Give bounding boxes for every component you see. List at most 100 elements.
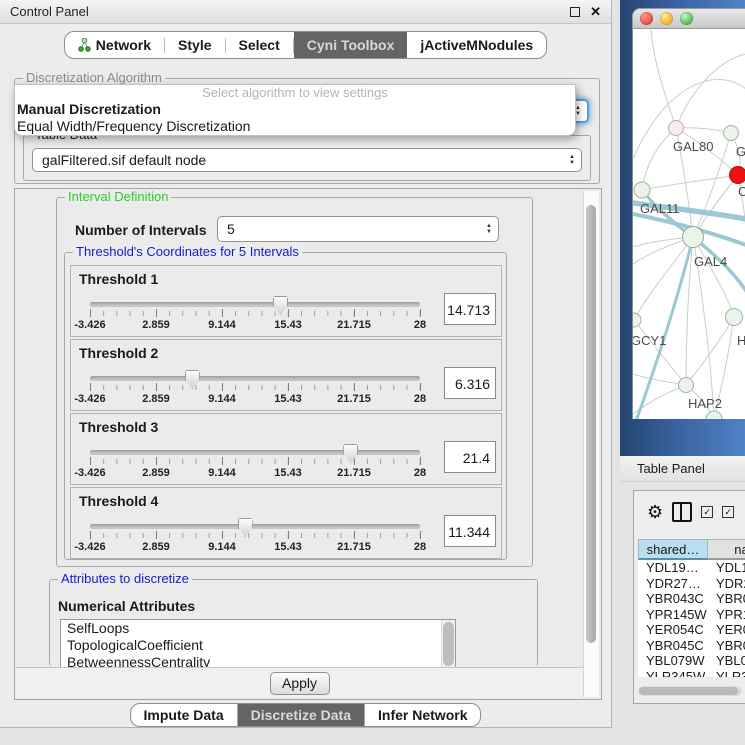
gear-icon[interactable]: ⚙: [647, 503, 663, 521]
table-panel-body: ⚙ ✓ ✓ shared… na YDL19…YDL1YDR27…YDR2YBR…: [633, 490, 745, 704]
slider-major-tick: [90, 309, 91, 317]
num-intervals-combobox[interactable]: 5 ▲▼: [217, 216, 499, 242]
checkbox-icon[interactable]: ✓: [722, 506, 734, 518]
table-row[interactable]: YBR043CYBR0: [638, 591, 745, 607]
slider-track[interactable]: [90, 376, 420, 381]
table-header-row: shared… na: [638, 539, 745, 560]
column-header-shared-name[interactable]: shared…: [638, 539, 708, 560]
network-node-c[interactable]: [730, 167, 745, 184]
slider-major-tick: [288, 531, 289, 539]
threshold-slider[interactable]: -3.4262.8599.14415.4321.71528: [90, 414, 420, 484]
table-toolbar: ⚙ ✓ ✓: [634, 491, 745, 533]
bottom-tab-infer-network[interactable]: Infer Network: [364, 704, 480, 726]
bottom-tab-discretize-data[interactable]: Discretize Data: [237, 704, 364, 726]
bottom-tab-impute-data[interactable]: Impute Data: [131, 704, 237, 726]
threshold-value-box[interactable]: 14.713: [444, 293, 496, 325]
scrollbar-thumb[interactable]: [443, 622, 454, 666]
slider-major-tick: [90, 531, 91, 539]
bottom-tab-bar: Impute DataDiscretize DataInfer Network: [0, 703, 611, 727]
checkbox-icon[interactable]: ✓: [701, 506, 713, 518]
tab-jactivemnodules[interactable]: jActiveMNodules: [407, 32, 546, 58]
slider-tick-label: 15.43: [274, 393, 302, 405]
combo-stepper-icon[interactable]: ▲▼: [480, 224, 498, 235]
scrollbar-thumb[interactable]: [586, 205, 596, 643]
attributes-list-scrollbar[interactable]: [441, 620, 455, 668]
dropdown-option[interactable]: Equal Width/Frequency Discretization: [15, 118, 575, 135]
apply-button[interactable]: Apply: [270, 672, 330, 695]
dropdown-option[interactable]: Manual Discretization: [15, 101, 575, 118]
thresholds-group: Threshold's Coordinates for 5 Intervals …: [64, 252, 507, 560]
network-node-h[interactable]: [726, 309, 743, 326]
table-data-combobox[interactable]: galFiltered.sif default node ▲▼: [32, 148, 582, 172]
minimize-traffic-light-icon[interactable]: [660, 12, 673, 25]
control-panel-window: Control Panel ✕ NetworkStyleSelectCyni T…: [0, 0, 612, 728]
column-header-name[interactable]: na: [708, 539, 745, 560]
node-label: C: [738, 184, 745, 199]
slider-major-tick: [354, 531, 355, 539]
table-row[interactable]: YDL19…YDL1: [638, 560, 745, 576]
table-row[interactable]: YBL079WYBL0: [638, 653, 745, 669]
threshold-slider[interactable]: -3.4262.8599.14415.4321.71528: [90, 488, 420, 558]
node-attribute-table[interactable]: shared… na YDL19…YDL1YDR27…YDR2YBR043CYB…: [638, 539, 745, 677]
network-node-gal11[interactable]: [634, 182, 650, 198]
slider-tick-label: 21.715: [337, 319, 371, 331]
attribute-item[interactable]: TopologicalCoefficient: [61, 637, 455, 654]
attributes-list[interactable]: SelfLoopsTopologicalCoefficientBetweenne…: [60, 619, 456, 669]
table-row[interactable]: YDR27…YDR2: [638, 576, 745, 592]
combo-stepper-icon[interactable]: ▲▼: [563, 155, 581, 166]
threshold-slider[interactable]: -3.4262.8599.14415.4321.71528: [90, 266, 420, 336]
settings-vertical-scrollbar[interactable]: [583, 191, 599, 697]
network-node-g[interactable]: [724, 126, 739, 141]
threshold-value-box[interactable]: 11.344: [444, 515, 496, 547]
window-title: Control Panel: [10, 4, 89, 19]
network-node-gal80[interactable]: [669, 121, 684, 136]
slider-tick-label: 2.859: [142, 541, 170, 553]
node-label: GAL11: [640, 201, 680, 216]
slider-track[interactable]: [90, 524, 420, 529]
threshold-value-box[interactable]: 21.4: [444, 441, 496, 473]
slider-tick-label: -3.426: [74, 319, 105, 331]
tab-network[interactable]: Network: [65, 32, 164, 58]
tab-cyni-toolbox[interactable]: Cyni Toolbox: [294, 32, 408, 58]
slider-major-tick: [156, 531, 157, 539]
close-icon[interactable]: ✕: [590, 7, 601, 17]
table-row[interactable]: YER054CYER0: [638, 622, 745, 638]
algorithm-dropdown-popup: Select algorithm to view settings Manual…: [14, 84, 576, 136]
table-horizontal-scrollbar[interactable]: [638, 686, 742, 696]
threshold-value-box[interactable]: 6.316: [444, 367, 496, 399]
tab-select[interactable]: Select: [226, 32, 293, 58]
slider-major-tick: [420, 309, 421, 317]
split-columns-icon[interactable]: [672, 502, 692, 522]
slider-major-tick: [222, 309, 223, 317]
close-traffic-light-icon[interactable]: [640, 12, 653, 25]
table-row[interactable]: YPR145WYPR1: [638, 607, 745, 623]
slider-major-tick: [222, 457, 223, 465]
table-row[interactable]: YLR345WYLR3: [638, 669, 745, 678]
slider-tick-label: 28: [414, 541, 426, 553]
network-node-hap2[interactable]: [679, 378, 694, 393]
threshold-row-1: Threshold 1-3.4262.8599.14415.4321.71528…: [70, 265, 502, 337]
slider-track[interactable]: [90, 450, 420, 455]
slider-tick-label: 21.715: [337, 467, 371, 479]
slider-track[interactable]: [90, 302, 420, 307]
network-node-gal4[interactable]: [683, 227, 704, 248]
attribute-item[interactable]: SelfLoops: [61, 620, 455, 637]
float-window-icon[interactable]: [570, 7, 580, 17]
threshold-slider[interactable]: -3.4262.8599.14415.4321.71528: [90, 340, 420, 410]
cell-name: YBL0: [708, 653, 745, 669]
cell-shared-name: YBR045C: [638, 638, 708, 654]
slider-tick-label: 9.144: [208, 319, 236, 331]
table-row[interactable]: YBR045CYBR0: [638, 638, 745, 654]
network-node-gcy1[interactable]: [633, 313, 641, 327]
slider-tick-label: 9.144: [208, 541, 236, 553]
network-view-canvas[interactable]: GAL80GCGAL11GAL4GCY1HHAP2: [632, 29, 745, 419]
top-tabs-pill: NetworkStyleSelectCyni ToolboxjActiveMNo…: [64, 31, 547, 59]
control-panel-titlebar: Control Panel ✕: [0, 0, 611, 24]
tab-style[interactable]: Style: [165, 32, 224, 58]
slider-major-tick: [420, 383, 421, 391]
zoom-traffic-light-icon[interactable]: [680, 12, 693, 25]
table-panel: Table Panel ⚙ ✓ ✓ shared… na YDL19…YDL1Y…: [620, 456, 745, 745]
scrollbar-thumb[interactable]: [639, 687, 738, 695]
network-node[interactable]: [706, 411, 722, 419]
cell-shared-name: YLR345W: [638, 669, 708, 678]
